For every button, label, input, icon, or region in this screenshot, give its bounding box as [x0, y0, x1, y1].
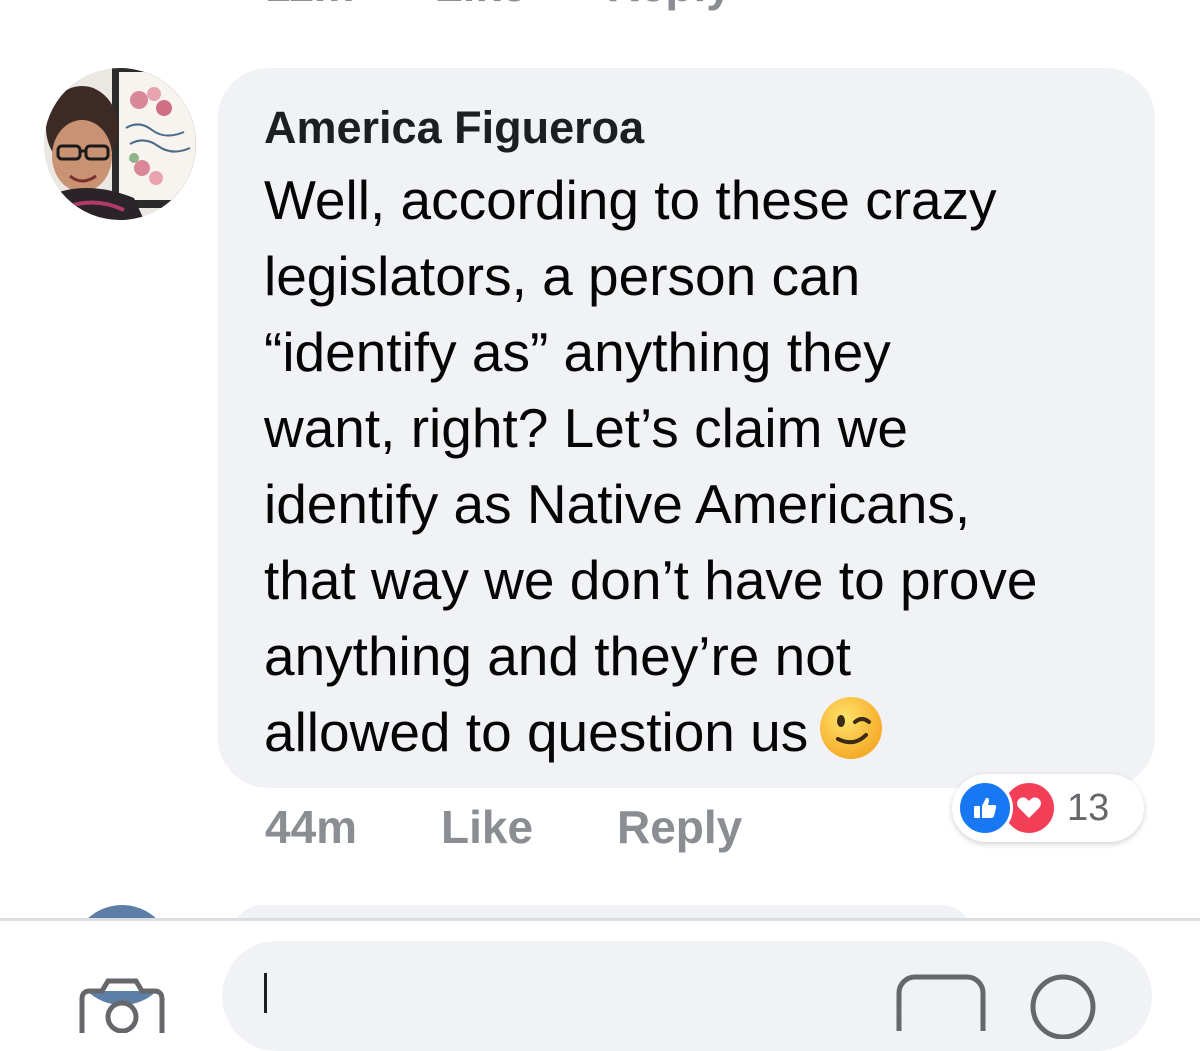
- previous-comment-actions: 11m Like Reply: [265, 0, 732, 20]
- gif-icon[interactable]: [895, 971, 987, 1031]
- comment-text-line: allowed to question us: [264, 701, 809, 763]
- winking-face-icon: [820, 697, 883, 759]
- comment-text-line: anything and they’re not: [264, 625, 852, 687]
- emoji-icon[interactable]: [1028, 969, 1098, 1039]
- comment-text-last-line: allowed to question us: [264, 694, 1125, 770]
- comment-text-line: that way we don’t have to prove: [264, 549, 1038, 611]
- reply-button[interactable]: Reply: [617, 800, 742, 854]
- like-icon: [957, 780, 1013, 836]
- previous-comment-like-button[interactable]: Like: [435, 0, 527, 12]
- previous-comment-timestamp: 11m: [265, 0, 355, 12]
- camera-icon[interactable]: [76, 973, 168, 1033]
- avatar[interactable]: [44, 68, 196, 220]
- reaction-count: 13: [1067, 786, 1110, 829]
- like-button[interactable]: Like: [441, 800, 617, 854]
- comment-timestamp[interactable]: 44m: [265, 800, 441, 854]
- comment-text: Well, according to these crazy legislato…: [264, 162, 1125, 770]
- comment-actions: 44m Like Reply: [265, 795, 742, 859]
- text-cursor: [264, 973, 267, 1013]
- comment-text-line: want, right? Let’s claim we: [264, 397, 908, 459]
- comment-text-line: Well, according to these crazy: [264, 169, 997, 231]
- comment-bubble[interactable]: America Figueroa Well, according to thes…: [218, 68, 1155, 788]
- comment-author[interactable]: America Figueroa: [264, 98, 1125, 158]
- previous-comment-reply-button[interactable]: Reply: [607, 0, 732, 12]
- comment-text-line: identify as Native Americans,: [264, 473, 971, 535]
- profile-photo: [44, 68, 196, 220]
- comment-composer: [0, 921, 1200, 1051]
- comment-input[interactable]: [222, 941, 1152, 1051]
- reactions-summary[interactable]: 13: [952, 774, 1144, 842]
- comment-text-line: “identify as” anything they: [264, 321, 891, 383]
- comment-text-line: legislators, a person can: [264, 245, 861, 307]
